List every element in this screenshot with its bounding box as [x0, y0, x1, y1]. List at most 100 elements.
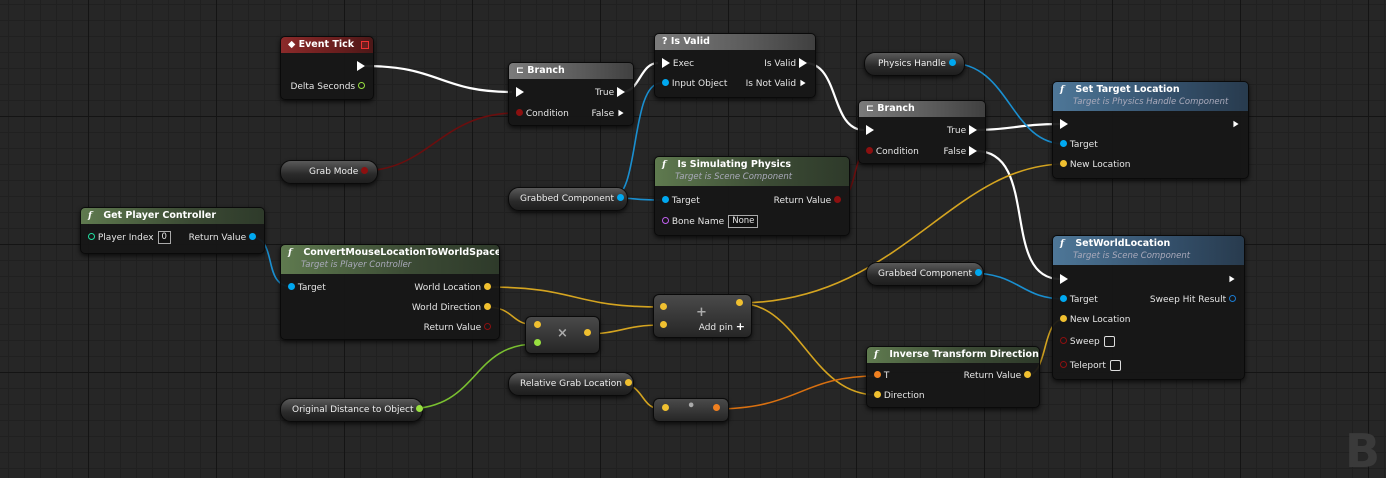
teleport-checkbox[interactable]: [1109, 360, 1121, 371]
exec-out-pin[interactable]: [357, 60, 365, 74]
add-node[interactable]: + Add pin +: [653, 294, 752, 338]
bone-name-pin[interactable]: Bone Name None: [662, 215, 759, 229]
input-pin[interactable]: [534, 321, 541, 328]
question-icon: ?: [662, 36, 668, 47]
is-valid-pin[interactable]: Is Valid: [764, 57, 807, 71]
input-pin[interactable]: [662, 404, 669, 411]
input-pin[interactable]: [534, 339, 541, 346]
exec-in-pin[interactable]: Exec: [662, 57, 694, 71]
world-location-pin[interactable]: World Location: [414, 281, 491, 295]
multiply-node[interactable]: ×: [525, 316, 600, 354]
return-value-pin[interactable]: Return Value: [424, 321, 491, 335]
target-pin[interactable]: Target: [1060, 138, 1098, 152]
return-value-pin[interactable]: Return Value: [964, 369, 1031, 383]
variable-label: Physics Handle: [878, 59, 946, 69]
new-location-pin[interactable]: New Location: [1060, 313, 1130, 327]
return-value-pin[interactable]: Return Value: [774, 194, 841, 208]
bone-name-field[interactable]: None: [728, 215, 759, 228]
event-tick-node[interactable]: ◆ Event Tick Delta Seconds: [280, 36, 374, 100]
output-pin[interactable]: [616, 194, 624, 201]
exec-in-pin[interactable]: [1060, 273, 1068, 287]
output-pin[interactable]: [974, 269, 982, 276]
output-pin[interactable]: [713, 404, 720, 411]
input-object-pin[interactable]: Input Object: [662, 77, 727, 91]
true-pin[interactable]: True: [947, 124, 977, 138]
dot-symbol: •: [687, 399, 696, 414]
pin-label: T: [883, 371, 890, 381]
condition-pin[interactable]: Condition: [516, 107, 569, 121]
output-pin[interactable]: [416, 405, 424, 412]
pin-label: Return Value: [188, 233, 247, 243]
return-value-pin[interactable]: Return Value: [189, 231, 256, 245]
relative-grab-location-variable[interactable]: Relative Grab Location: [508, 372, 634, 396]
player-index-field[interactable]: 0: [157, 231, 171, 244]
inverse-transform-direction-node[interactable]: f Inverse Transform Direction T Directio…: [866, 346, 1040, 408]
original-distance-variable[interactable]: Original Distance to Object: [280, 398, 424, 422]
false-pin[interactable]: False: [944, 145, 977, 159]
convert-mouse-location-node[interactable]: f ConvertMouseLocationToWorldSpace Target…: [280, 244, 500, 340]
target-pin[interactable]: Target: [1060, 293, 1098, 307]
exec-in-pin[interactable]: [866, 124, 874, 138]
output-pin[interactable]: [736, 299, 743, 306]
sweep-checkbox[interactable]: [1103, 336, 1115, 347]
bool-wire: [360, 112, 517, 172]
set-world-location-node[interactable]: f SetWorldLocation Target is Scene Compon…: [1052, 235, 1245, 380]
get-player-controller-node[interactable]: f Get Player Controller Player Index 0 Re…: [80, 207, 265, 254]
pin-label: New Location: [1069, 160, 1131, 170]
condition-pin[interactable]: Condition: [866, 145, 919, 159]
true-pin[interactable]: True: [595, 86, 625, 100]
output-pin[interactable]: [361, 167, 369, 174]
blueprint-watermark: B: [1345, 424, 1381, 478]
t-pin[interactable]: T: [874, 369, 889, 383]
is-simulating-physics-node[interactable]: f Is Simulating Physics Target is Scene C…: [654, 156, 850, 236]
node-title: Inverse Transform Direction: [889, 349, 1039, 360]
node-title: SetWorldLocation: [1075, 238, 1171, 249]
exec-in-pin[interactable]: [1060, 118, 1068, 132]
output-pin[interactable]: [624, 379, 632, 386]
branch-icon: ⊏: [866, 103, 874, 114]
node-header: ? Is Valid: [655, 34, 815, 50]
pin-label: Input Object: [671, 79, 728, 89]
is-valid-node[interactable]: ? Is Valid Exec Input Object Is Valid Is…: [654, 33, 816, 98]
sweep-hit-result-pin[interactable]: Sweep Hit Result: [1150, 293, 1236, 307]
output-pin[interactable]: [584, 329, 591, 336]
player-index-pin[interactable]: Player Index 0: [88, 231, 171, 245]
physics-handle-variable[interactable]: Physics Handle: [864, 52, 965, 76]
pin-label: Condition: [875, 147, 919, 157]
variable-label: Grab Mode: [309, 167, 359, 177]
exec-out-pin[interactable]: [1228, 273, 1236, 287]
event-icon: ◆: [288, 39, 296, 50]
pin-label: Is Valid: [764, 59, 797, 69]
output-pin[interactable]: [948, 59, 956, 66]
branch-node[interactable]: ⊏ Branch Condition True False: [508, 62, 634, 126]
target-pin[interactable]: Target: [662, 194, 700, 208]
add-symbol: +: [696, 305, 707, 320]
sweep-pin[interactable]: Sweep: [1060, 335, 1115, 349]
false-pin[interactable]: False: [592, 107, 625, 121]
grabbed-component-variable[interactable]: Grabbed Component: [508, 187, 628, 211]
direction-pin[interactable]: Direction: [874, 389, 925, 403]
pin-label: False: [943, 147, 967, 157]
input-pin[interactable]: [660, 321, 667, 328]
function-icon: f: [88, 210, 93, 221]
branch-node[interactable]: ⊏ Branch Condition True False: [858, 100, 986, 164]
object-wire: [969, 272, 1066, 300]
is-not-valid-pin[interactable]: Is Not Valid: [746, 77, 807, 91]
grab-mode-variable[interactable]: Grab Mode: [280, 160, 378, 184]
add-pin-button[interactable]: Add pin +: [699, 320, 745, 334]
pin-label: World Location: [414, 283, 482, 293]
node-header: f Is Simulating Physics Target is Scene C…: [655, 157, 849, 186]
delta-seconds-pin[interactable]: Delta Seconds: [290, 80, 365, 94]
exec-out-pin[interactable]: [1232, 118, 1240, 132]
dot-product-node[interactable]: •: [653, 398, 729, 422]
set-target-location-node[interactable]: f Set Target Location Target is Physics H…: [1052, 81, 1249, 179]
grabbed-component-variable[interactable]: Grabbed Component: [866, 262, 984, 286]
node-title: Set Target Location: [1075, 84, 1180, 95]
target-pin[interactable]: Target: [288, 281, 326, 295]
delegate-pin[interactable]: [361, 41, 369, 49]
world-direction-pin[interactable]: World Direction: [412, 301, 491, 315]
input-pin[interactable]: [660, 303, 667, 310]
exec-in-pin[interactable]: [516, 86, 524, 100]
new-location-pin[interactable]: New Location: [1060, 158, 1130, 172]
teleport-pin[interactable]: Teleport: [1060, 359, 1121, 373]
